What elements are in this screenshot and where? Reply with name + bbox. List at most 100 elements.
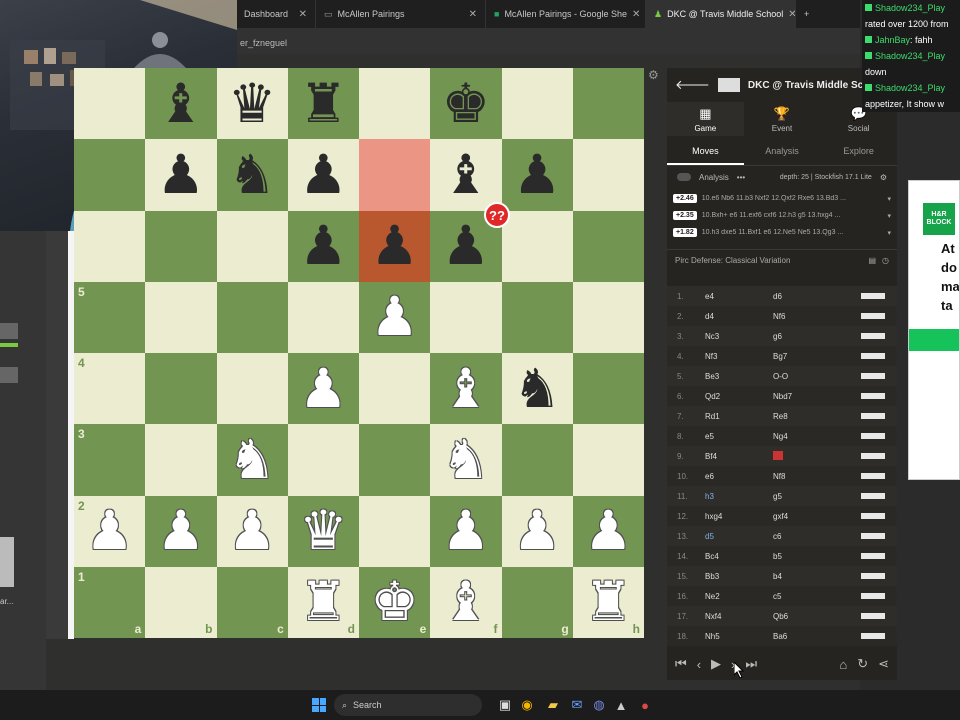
black-move[interactable]: Ng4 bbox=[767, 432, 835, 441]
square-b5[interactable] bbox=[145, 281, 217, 353]
engine-line[interactable]: +2.46 10.e6 Nb6 11.b3 Nxf2 12.Qxf2 Rxe6 … bbox=[673, 190, 891, 207]
black-move[interactable]: Qb6 bbox=[767, 612, 835, 621]
move-row[interactable]: 4. Nf3 Bg7 bbox=[667, 346, 897, 366]
square-b3[interactable] bbox=[145, 424, 217, 496]
square-f3[interactable]: ♞ bbox=[430, 424, 502, 496]
white-move[interactable]: Nf3 bbox=[699, 352, 767, 361]
white-pawn-icon[interactable]: ♟ bbox=[584, 504, 632, 558]
back-arrow-icon[interactable]: 🡐 bbox=[675, 77, 710, 93]
square-h4[interactable] bbox=[572, 353, 644, 425]
analysis-toggle[interactable] bbox=[677, 173, 691, 181]
move-row[interactable]: 15. Bb3 b4 bbox=[667, 566, 897, 586]
square-b2[interactable]: ♟ bbox=[145, 495, 217, 567]
square-c1[interactable]: c bbox=[216, 566, 288, 638]
square-a4[interactable]: 4 bbox=[74, 353, 146, 425]
white-move[interactable]: h3 bbox=[699, 492, 767, 501]
black-pawn-icon[interactable]: ♟ bbox=[299, 219, 347, 273]
square-g4[interactable]: ♞ bbox=[501, 353, 573, 425]
close-icon[interactable]: ✕ bbox=[632, 9, 640, 20]
move-row[interactable]: 5. Be3 O-O bbox=[667, 366, 897, 386]
file-explorer-icon[interactable]: ▰ bbox=[544, 696, 562, 714]
square-c6[interactable] bbox=[216, 210, 288, 282]
book-icon[interactable]: ▤ bbox=[868, 256, 876, 265]
white-move[interactable]: Qd2 bbox=[699, 392, 767, 401]
white-move[interactable]: Be3 bbox=[699, 372, 767, 381]
square-e2[interactable] bbox=[359, 495, 431, 567]
white-move[interactable]: Nc3 bbox=[699, 332, 767, 341]
square-d4[interactable]: ♟ bbox=[287, 353, 359, 425]
square-f1[interactable]: ♝ f bbox=[430, 566, 502, 638]
refresh-icon[interactable]: ↻ bbox=[857, 656, 868, 672]
square-c2[interactable]: ♟ bbox=[216, 495, 288, 567]
square-h6[interactable] bbox=[572, 210, 644, 282]
white-pawn-icon[interactable]: ♟ bbox=[370, 290, 418, 344]
white-move[interactable]: Ne2 bbox=[699, 592, 767, 601]
close-icon[interactable]: ✕ bbox=[788, 9, 795, 20]
task-view-icon[interactable]: ▣ bbox=[496, 696, 514, 714]
clock-icon[interactable]: ◷ bbox=[882, 256, 889, 265]
white-pawn-icon[interactable]: ♟ bbox=[85, 504, 133, 558]
square-f5[interactable] bbox=[430, 281, 502, 353]
black-move[interactable]: c6 bbox=[767, 532, 835, 541]
tab-analysis[interactable]: Analysis bbox=[744, 136, 821, 165]
square-f8[interactable]: ♚ bbox=[430, 68, 502, 140]
square-e5[interactable]: ♟ bbox=[359, 281, 431, 353]
white-move[interactable]: Rd1 bbox=[699, 412, 767, 421]
white-bishop-icon[interactable]: ♝ bbox=[442, 361, 490, 416]
address-bar[interactable]: er_fzneguel bbox=[236, 28, 860, 54]
white-move[interactable]: e4 bbox=[699, 292, 767, 301]
black-king-icon[interactable]: ♚ bbox=[442, 76, 490, 131]
white-pawn-icon[interactable]: ♟ bbox=[299, 361, 347, 416]
move-row[interactable]: 14. Bc4 b5 bbox=[667, 546, 897, 566]
move-row[interactable]: 12. hxg4 gxf4 bbox=[667, 506, 897, 526]
square-g8[interactable] bbox=[501, 68, 573, 140]
square-a7[interactable] bbox=[74, 139, 146, 211]
chevron-down-icon[interactable]: ▾ bbox=[887, 229, 891, 237]
white-move[interactable]: Bb3 bbox=[699, 572, 767, 581]
black-move[interactable]: Nf8 bbox=[767, 472, 835, 481]
home-icon[interactable]: ⌂ bbox=[839, 657, 847, 672]
chess-board[interactable]: ♝ ♛ ♜ ♚ ♟ ♞ ♟ ♝ ♟ ♟ ♟ ♟ 5 ♟ 4 ♟ ♝ ♞ 3 ♞ ♞ ♟ 2 ♟ ♟ ♛ ♟ ♟ ♟ 1 a b c ♜ d ♚ e ♝ f g… bbox=[74, 68, 644, 638]
browser-tab-google-sheets[interactable]: ■ McAllen Pairings - Google She ✕ bbox=[486, 0, 646, 28]
move-row[interactable]: 9. Bf4 bbox=[667, 446, 897, 466]
discord-icon[interactable]: ◍ bbox=[590, 696, 608, 714]
square-g7[interactable]: ♟ bbox=[501, 139, 573, 211]
side-widget[interactable] bbox=[0, 367, 18, 383]
black-rook-icon[interactable]: ♜ bbox=[299, 76, 347, 131]
tab-explore[interactable]: Explore bbox=[820, 136, 897, 165]
tab-event[interactable]: 🏆 Event bbox=[744, 102, 821, 136]
more-dots-icon[interactable]: ••• bbox=[737, 173, 745, 182]
side-widget[interactable] bbox=[0, 323, 18, 339]
black-pawn-icon[interactable]: ♟ bbox=[442, 219, 490, 273]
square-g5[interactable] bbox=[501, 281, 573, 353]
white-knight-icon[interactable]: ♞ bbox=[228, 432, 276, 487]
square-e6[interactable]: ♟ bbox=[359, 210, 431, 282]
close-icon[interactable]: ✕ bbox=[469, 9, 477, 20]
previous-move-icon[interactable]: ‹ bbox=[697, 657, 701, 672]
square-a3[interactable]: 3 bbox=[74, 424, 146, 496]
play-icon[interactable]: ▶ bbox=[711, 656, 721, 672]
square-d7[interactable]: ♟ bbox=[287, 139, 359, 211]
black-move[interactable]: Ba6 bbox=[767, 632, 835, 641]
black-move[interactable]: c5 bbox=[767, 592, 835, 601]
black-move[interactable]: Nf6 bbox=[767, 312, 835, 321]
square-d6[interactable]: ♟ bbox=[287, 210, 359, 282]
black-knight-icon[interactable]: ♞ bbox=[228, 147, 276, 202]
square-e3[interactable] bbox=[359, 424, 431, 496]
square-a6[interactable] bbox=[74, 210, 146, 282]
square-f4[interactable]: ♝ bbox=[430, 353, 502, 425]
black-move[interactable]: b5 bbox=[767, 552, 835, 561]
square-b6[interactable] bbox=[145, 210, 217, 282]
white-pawn-icon[interactable]: ♟ bbox=[157, 504, 205, 558]
chevron-down-icon[interactable]: ▾ bbox=[887, 195, 891, 203]
square-e4[interactable] bbox=[359, 353, 431, 425]
square-e7[interactable] bbox=[359, 139, 431, 211]
black-move[interactable]: O-O bbox=[767, 372, 835, 381]
white-pawn-icon[interactable]: ♟ bbox=[228, 504, 276, 558]
square-c7[interactable]: ♞ bbox=[216, 139, 288, 211]
square-a8[interactable] bbox=[74, 68, 146, 140]
black-move[interactable] bbox=[767, 450, 835, 462]
move-row[interactable]: 17. Nxf4 Qb6 bbox=[667, 606, 897, 626]
square-h1[interactable]: ♜ h bbox=[572, 566, 644, 638]
move-list[interactable]: 1. e4 d6 2. d4 Nf6 3. Nc3 g6 4. Nf3 Bg7 5. Be3 O-O 6. Qd… bbox=[667, 286, 897, 646]
